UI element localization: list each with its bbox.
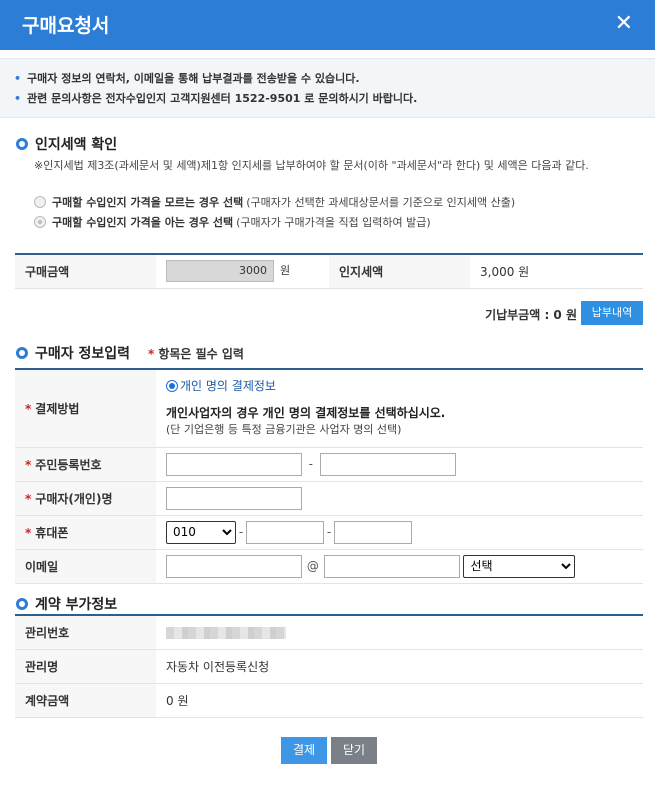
- radio-unselected-icon[interactable]: [34, 196, 46, 208]
- close-icon[interactable]: ✕: [615, 13, 633, 35]
- email-at-symbol: @: [306, 559, 319, 573]
- section-bullet-icon: [16, 138, 28, 150]
- payment-method-cell: 개인 명의 결제정보 개인사업자의 경우 개인 명의 결제정보를 선택하십시오.…: [156, 369, 643, 448]
- buyer-name-input[interactable]: [166, 486, 302, 510]
- redacted-value: [166, 626, 286, 639]
- email-cell: @ 선택: [156, 549, 643, 584]
- paid-amount-summary: 기납부금액 : 0 원: [485, 308, 577, 322]
- email-id-input[interactable]: [166, 554, 302, 578]
- amount-table: 구매금액 3000 원 인지세액 3,000 원: [15, 253, 643, 289]
- rrn-back-input[interactable]: [319, 452, 456, 476]
- pay-button[interactable]: 결제: [281, 737, 327, 764]
- mgmt-name-value: 자동차 이전등록신청: [156, 649, 643, 684]
- required-star: *: [25, 491, 32, 506]
- rrn-front-input[interactable]: [166, 452, 302, 476]
- mgmt-no-value: [156, 615, 643, 650]
- rrn-label: * 주민등록번호: [15, 447, 156, 482]
- stamp-tax-value: 3,000 원: [470, 254, 643, 289]
- purchase-amount-label: 구매금액: [15, 254, 156, 289]
- email-domain-select[interactable]: 선택: [463, 554, 576, 578]
- rrn-cell: -: [156, 447, 643, 482]
- notice-box: • 구매자 정보의 연락처, 이메일을 통해 납부결과를 전송받을 수 있습니다.…: [0, 58, 655, 118]
- payment-method-instruction: 개인사업자의 경우 개인 명의 결제정보를 선택하십시오.: [166, 406, 446, 421]
- notice-item: • 구매자 정보의 연락처, 이메일을 통해 납부결과를 전송받을 수 있습니다.: [14, 72, 360, 85]
- buyer-name-label: * 구매자(개인)명: [15, 481, 156, 516]
- contract-amount-value: 0 원: [156, 683, 643, 718]
- phone-middle-input[interactable]: [246, 520, 324, 544]
- stamp-tax-description: ※인지세법 제3조(과세문서 및 세액)제1항 인지세를 납부하여야 할 문서(…: [34, 159, 589, 172]
- phone-cell: 010- -: [156, 515, 643, 550]
- required-star: *: [25, 457, 32, 472]
- notice-item: • 관련 문의사항은 전자수입인지 고객지원센터 1522-9501 로 문의하시…: [14, 92, 418, 105]
- section-title-stamp-check: 인지세액 확인: [16, 134, 117, 154]
- radio-known-price[interactable]: 구매할 수입인지 가격을 아는 경우 선택 (구매자가 구매가격을 직접 입력하여…: [34, 214, 431, 230]
- mgmt-name-label: 관리명: [15, 649, 156, 684]
- radio-selected-icon[interactable]: [166, 380, 178, 393]
- purchase-amount-cell: 3000 원: [156, 254, 329, 289]
- section-bullet-icon: [16, 598, 28, 610]
- contract-info-table: 관리번호 관리명 자동차 이전등록신청 계약금액 0 원: [15, 614, 643, 718]
- payment-history-button[interactable]: 납부내역: [581, 301, 643, 325]
- buyer-info-table: * 결제방법 개인 명의 결제정보 개인사업자의 경우 개인 명의 결제정보를 선…: [15, 368, 643, 584]
- window-title: 구매요청서: [22, 15, 110, 37]
- email-label: 이메일: [15, 549, 156, 584]
- required-note: * 항목은 필수 입력: [148, 347, 244, 361]
- bullet-icon: •: [14, 72, 22, 85]
- contract-amount-label: 계약금액: [15, 683, 156, 718]
- payment-method-note: (단 기업은행 등 특정 금융기관은 사업자 명의 선택): [166, 423, 402, 437]
- won-unit: 원: [280, 264, 291, 278]
- mgmt-no-label: 관리번호: [15, 615, 156, 650]
- radio-selected-icon[interactable]: [34, 216, 46, 228]
- email-domain-input[interactable]: [323, 554, 460, 578]
- phone-separator: -: [238, 525, 244, 539]
- radio-unknown-price[interactable]: 구매할 수입인지 가격을 모르는 경우 선택 (구매자가 선택한 과세대상문서를 …: [34, 194, 515, 210]
- phone-label: * 휴대폰: [15, 515, 156, 550]
- section-bullet-icon: [16, 347, 28, 359]
- rrn-separator: -: [308, 457, 313, 471]
- close-button[interactable]: 닫기: [331, 737, 377, 764]
- required-star: *: [25, 401, 32, 416]
- buyer-name-cell: [156, 481, 643, 516]
- payment-option-personal[interactable]: 개인 명의 결제정보: [166, 377, 643, 394]
- section-title-buyer: 구매자 정보입력 * 항목은 필수 입력: [16, 343, 244, 363]
- required-star: *: [25, 525, 32, 540]
- section-title-contract: 계약 부가정보: [16, 594, 117, 614]
- phone-prefix-select[interactable]: 010: [166, 520, 236, 544]
- required-star: *: [148, 347, 155, 361]
- title-bar: 구매요청서 ✕: [0, 0, 655, 50]
- payment-method-label: * 결제방법: [15, 369, 156, 448]
- purchase-amount-input[interactable]: 3000: [166, 260, 274, 283]
- stamp-tax-label: 인지세액: [329, 254, 470, 289]
- phone-separator: -: [326, 525, 332, 539]
- phone-last-input[interactable]: [334, 520, 412, 544]
- bullet-icon: •: [14, 92, 22, 105]
